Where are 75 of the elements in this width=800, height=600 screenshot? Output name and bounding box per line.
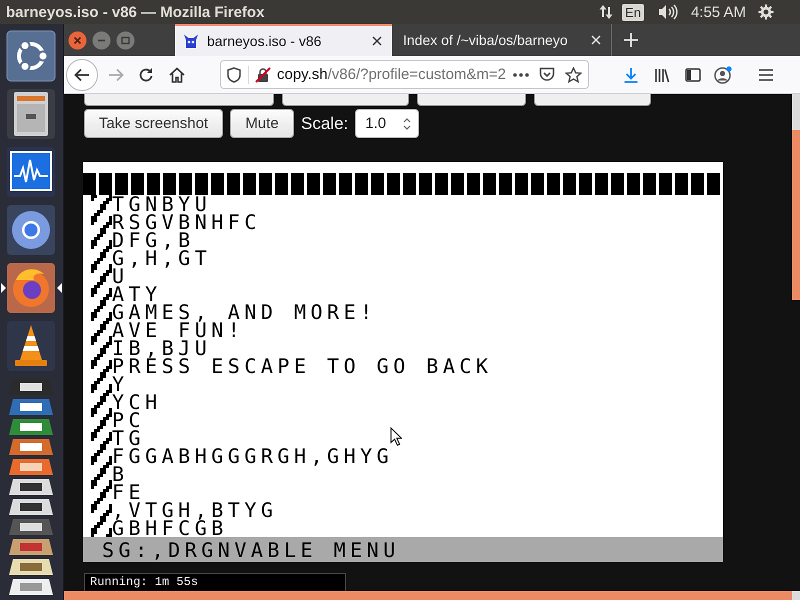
spinner-icon[interactable]: [402, 116, 412, 132]
launcher-icon[interactable]: [6, 398, 56, 416]
home-icon[interactable]: [169, 66, 185, 82]
account-icon[interactable]: [714, 66, 732, 84]
screen-text: Y: [112, 375, 129, 393]
traffic-cone-icon[interactable]: [6, 320, 56, 372]
edge-block: [792, 591, 800, 600]
keyboard-layout-indicator[interactable]: En: [622, 4, 644, 20]
launcher-icon[interactable]: [6, 438, 56, 456]
gear-icon[interactable]: [758, 4, 774, 20]
launcher-icon[interactable]: [6, 458, 56, 476]
screen-text: IB,BJU: [112, 339, 212, 357]
screen-text: ATY: [112, 285, 162, 303]
screen-text: DFG,B: [112, 231, 195, 249]
screen-text: ,VTGH,BTYG: [112, 501, 278, 519]
close-button[interactable]: [68, 30, 87, 50]
scale-field[interactable]: 1.0: [355, 109, 420, 138]
more-icon[interactable]: [513, 72, 529, 76]
screen-text: TGNBYU: [112, 195, 212, 213]
screen-text: GBHFCGB: [112, 519, 228, 537]
launcher-icon[interactable]: [6, 538, 56, 556]
globe-flame-icon[interactable]: [6, 262, 56, 314]
launcher-icon[interactable]: [6, 378, 56, 396]
menu-icon[interactable]: [758, 68, 774, 82]
sidebar-icon[interactable]: [685, 68, 701, 82]
browser-tab[interactable]: barneyos.iso - v86: [175, 24, 392, 56]
screen-text: AVE FUN!: [112, 321, 244, 339]
file-cabinet-icon[interactable]: [6, 88, 56, 140]
launcher-icon[interactable]: [6, 498, 56, 516]
edge-block: [792, 94, 800, 130]
creature-icon: [183, 33, 199, 49]
page-button[interactable]: Mute: [230, 109, 294, 138]
reload-icon[interactable]: [138, 66, 154, 82]
status-panel: Running: 1m 55s: [84, 573, 346, 591]
screen-text: PRESS ESCAPE TO GO BACK: [112, 357, 492, 375]
minimize-button[interactable]: [92, 30, 111, 50]
star-icon[interactable]: [565, 66, 582, 82]
library-icon[interactable]: [654, 66, 670, 82]
mouse-pointer-icon: [390, 427, 402, 446]
crossed-lock-icon[interactable]: [255, 66, 271, 82]
clock[interactable]: 4:55 AM: [690, 4, 746, 20]
page-button[interactable]: Take screenshot: [84, 109, 223, 138]
launcher-icon[interactable]: [6, 518, 56, 536]
screen-text: B: [112, 465, 129, 483]
address-field[interactable]: copy.sh/v86/?profile=custom&m=2: [220, 60, 589, 89]
download-icon[interactable]: [623, 66, 639, 82]
scale-label: Scale:: [301, 114, 348, 134]
waveform-icon[interactable]: [6, 146, 56, 198]
screen-text: U: [112, 267, 129, 285]
screen-text: FE: [112, 483, 146, 501]
plus-icon[interactable]: [624, 33, 638, 47]
screen-text: GAMES, AND MORE!: [112, 303, 377, 321]
back-button[interactable]: [66, 58, 98, 90]
close-icon[interactable]: [372, 36, 382, 46]
transfer-arrows-icon[interactable]: [599, 4, 614, 20]
speaker-icon[interactable]: [658, 4, 678, 20]
launcher-icon[interactable]: [6, 418, 56, 436]
shield-icon[interactable]: [227, 66, 241, 82]
launcher-icon[interactable]: [6, 578, 56, 596]
screen-text: YCH: [112, 393, 162, 411]
screen-text: PC: [112, 411, 146, 429]
screen-text: RSGVBNHFC: [112, 213, 261, 231]
round-browser-icon[interactable]: [6, 204, 56, 256]
pocket-icon[interactable]: [539, 67, 555, 82]
url-text[interactable]: copy.sh/v86/?profile=custom&m=2: [277, 66, 506, 83]
launcher-icon[interactable]: [6, 558, 56, 576]
back-arrow-icon: [74, 68, 90, 82]
circle-logo-icon[interactable]: [6, 30, 56, 82]
screen-text: FGGABHGGGRGH,GHYG: [112, 447, 394, 465]
window-title: barneyos.iso - v86 — Mozilla Firefox: [6, 4, 264, 20]
screen-text: G,H,GT: [112, 249, 212, 267]
maximize-button[interactable]: [116, 30, 135, 50]
screen-text: TG: [112, 429, 146, 447]
menu-bar: SG:,DRGNVABLE MENU: [83, 537, 723, 562]
launcher-icon[interactable]: [6, 478, 56, 496]
